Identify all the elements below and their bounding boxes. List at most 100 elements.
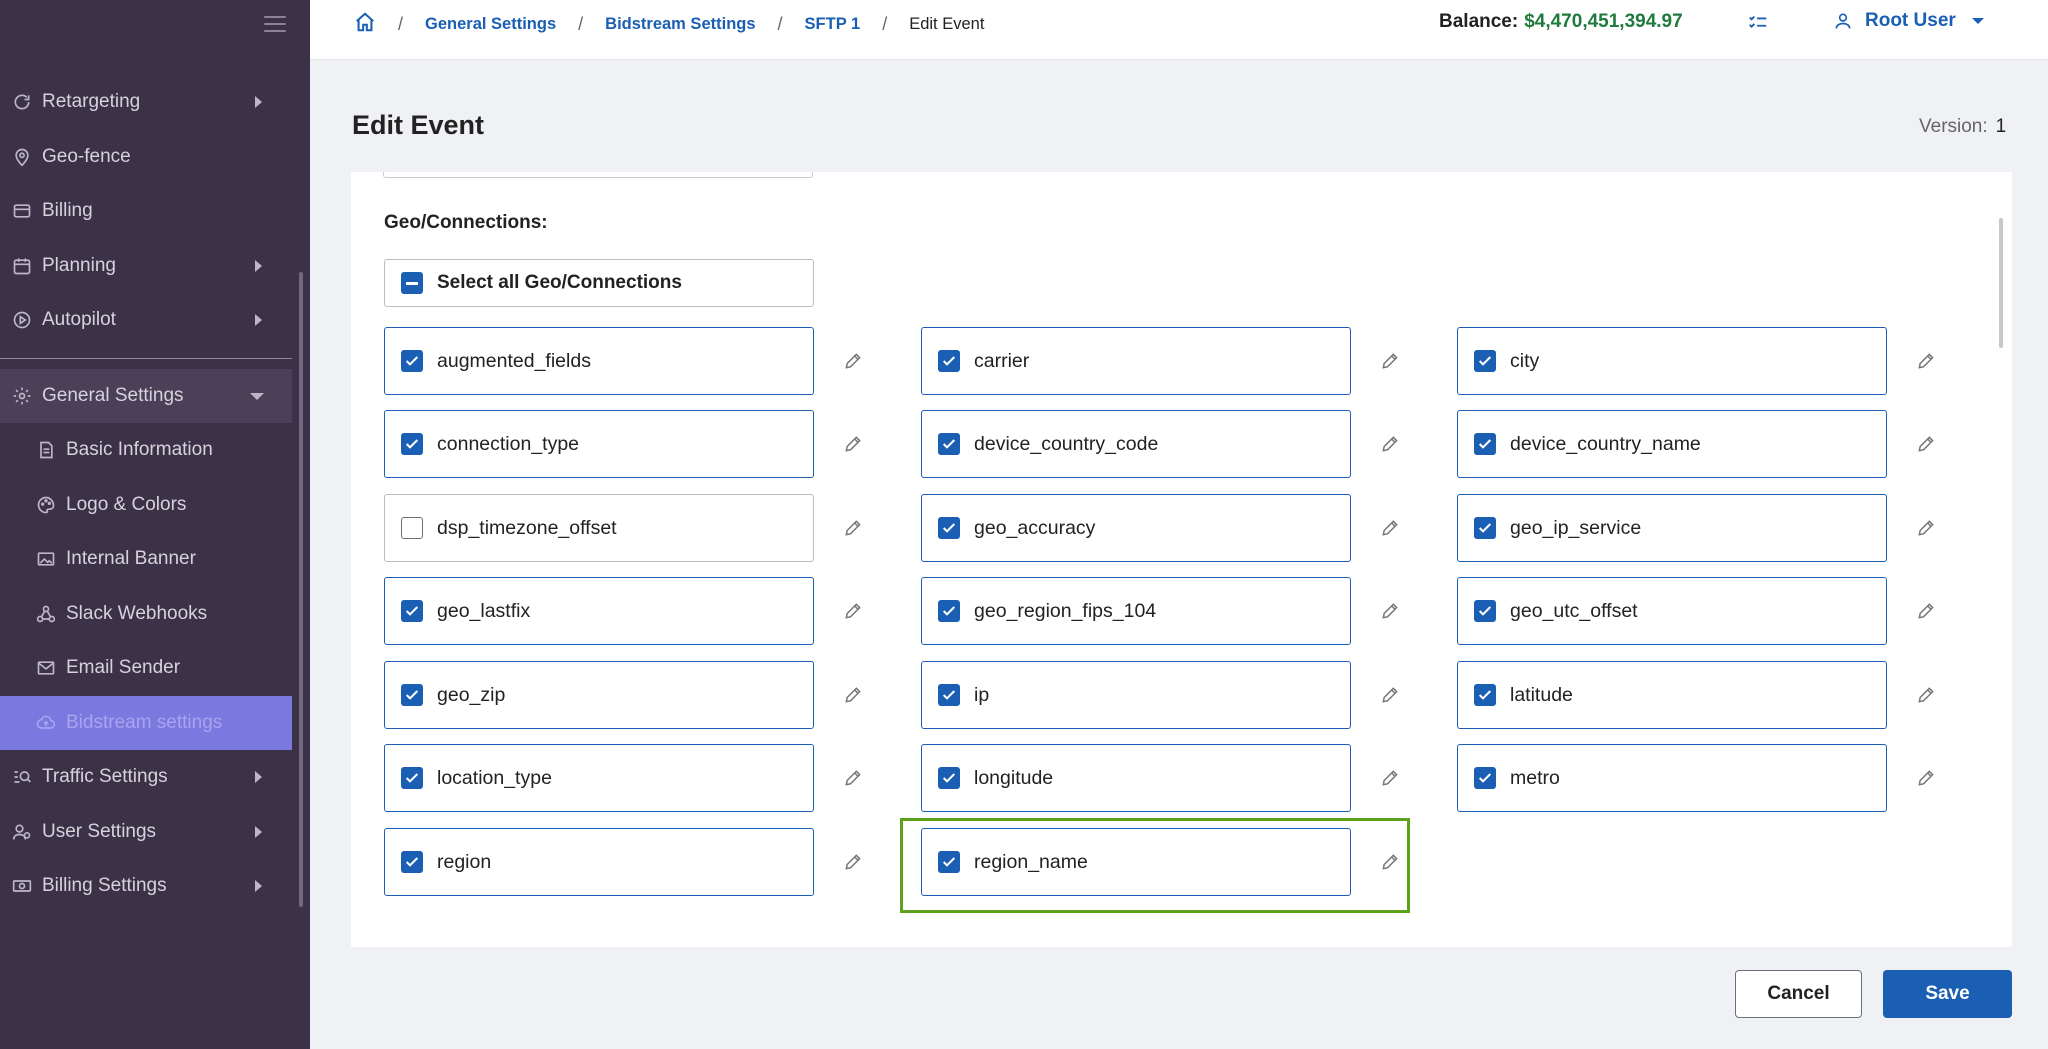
indeterminate-checkbox-icon (401, 272, 423, 294)
pencil-icon[interactable] (1380, 685, 1400, 705)
field-checkbox-geo-accuracy[interactable]: geo_accuracy (921, 494, 1351, 562)
breadcrumb: / General Settings / Bidstream Settings … (354, 11, 984, 38)
select-all-label: Select all Geo/Connections (437, 272, 682, 293)
sidebar-item-retargeting[interactable]: Retargeting (0, 75, 292, 130)
user-menu[interactable]: Root User (1833, 10, 1984, 32)
sidebar-item-label: Internal Banner (66, 548, 196, 570)
refresh-icon (12, 92, 32, 112)
sidebar-item-billing-settings[interactable]: Billing Settings (0, 859, 292, 914)
field-checkbox-geo-utc-offset[interactable]: geo_utc_offset (1457, 577, 1887, 645)
field-label: connection_type (437, 432, 580, 455)
field-checkbox-geo-lastfix[interactable]: geo_lastfix (384, 577, 814, 645)
breadcrumb-general-settings[interactable]: General Settings (425, 15, 556, 34)
save-button[interactable]: Save (1883, 970, 2012, 1018)
sidebar-item-label: Planning (42, 254, 116, 276)
sidebar-item-planning[interactable]: Planning (0, 239, 292, 294)
checked-checkbox-icon (401, 350, 423, 372)
document-icon (36, 440, 56, 460)
home-icon[interactable] (354, 11, 376, 38)
sidebar-item-logo-colors[interactable]: Logo & Colors (0, 478, 292, 533)
pencil-icon[interactable] (1380, 434, 1400, 454)
sidebar-scrollbar[interactable] (299, 272, 303, 907)
pencil-icon[interactable] (1380, 518, 1400, 538)
cancel-button[interactable]: Cancel (1735, 970, 1862, 1018)
sidebar-item-label: Autopilot (42, 309, 116, 331)
field-label: geo_utc_offset (1510, 599, 1638, 622)
task-list-icon[interactable] (1747, 12, 1769, 34)
hamburger-menu-icon[interactable] (264, 16, 286, 34)
field-checkbox-device-country-code[interactable]: device_country_code (921, 410, 1351, 478)
sidebar-item-label: Geo-fence (42, 145, 131, 167)
pencil-icon[interactable] (1916, 434, 1936, 454)
field-label: augmented_fields (437, 349, 591, 372)
sidebar-item-geo-fence[interactable]: Geo-fence (0, 130, 292, 185)
sidebar-item-label: User Settings (42, 820, 157, 842)
pencil-icon[interactable] (1380, 768, 1400, 788)
field-checkbox-location-type[interactable]: location_type (384, 744, 814, 812)
checked-checkbox-icon (401, 600, 423, 622)
pencil-icon[interactable] (1916, 518, 1936, 538)
credit-card-icon (12, 201, 32, 221)
user-icon (1835, 13, 1851, 29)
sidebar-item-billing[interactable]: Billing (0, 184, 292, 239)
field-label: device_country_name (1510, 432, 1701, 455)
field-checkbox-device-country-name[interactable]: device_country_name (1457, 410, 1887, 478)
pencil-icon[interactable] (843, 601, 863, 621)
sidebar-item-general-settings[interactable]: General Settings (0, 368, 292, 423)
checked-checkbox-icon (1474, 350, 1496, 372)
field-checkbox-dsp-timezone-offset[interactable]: dsp_timezone_offset (384, 494, 814, 562)
field-checkbox-metro[interactable]: metro (1457, 744, 1887, 812)
sidebar-item-internal-banner[interactable]: Internal Banner (0, 532, 292, 587)
sidebar-item-email-sender[interactable]: Email Sender (0, 641, 292, 696)
breadcrumb-sftp[interactable]: SFTP 1 (805, 15, 861, 34)
pencil-icon[interactable] (843, 685, 863, 705)
sidebar-item-basic-information[interactable]: Basic Information (0, 423, 292, 478)
breadcrumb-bidstream-settings[interactable]: Bidstream Settings (605, 15, 755, 34)
checked-checkbox-icon (1474, 767, 1496, 789)
chevron-down-icon (250, 392, 264, 400)
pencil-icon[interactable] (843, 852, 863, 872)
pencil-icon[interactable] (1916, 601, 1936, 621)
select-all-checkbox[interactable]: Select all Geo/Connections (384, 259, 814, 307)
pencil-icon[interactable] (843, 518, 863, 538)
sidebar-item-bidstream-settings[interactable]: Bidstream settings (0, 695, 292, 750)
pencil-icon[interactable] (1916, 685, 1936, 705)
sidebar-item-label: Traffic Settings (42, 766, 168, 788)
sidebar-item-slack-webhooks[interactable]: Slack Webhooks (0, 587, 292, 642)
field-checkbox-geo-region-fips-104[interactable]: geo_region_fips_104 (921, 577, 1351, 645)
field-checkbox-connection-type[interactable]: connection_type (384, 410, 814, 478)
pencil-icon[interactable] (1380, 852, 1400, 872)
field-checkbox-latitude[interactable]: latitude (1457, 661, 1887, 729)
sidebar-item-user-settings[interactable]: User Settings (0, 805, 292, 860)
field-checkbox-region[interactable]: region (384, 828, 814, 896)
field-checkbox-geo-zip[interactable]: geo_zip (384, 661, 814, 729)
play-circle-icon (12, 310, 32, 330)
pencil-icon[interactable] (843, 768, 863, 788)
field-checkbox-ip[interactable]: ip (921, 661, 1351, 729)
geo-connections-card: Geo/Connections: Select all Geo/Connecti… (351, 172, 2012, 947)
pencil-icon[interactable] (1380, 601, 1400, 621)
field-checkbox-city[interactable]: city (1457, 327, 1887, 395)
pencil-icon[interactable] (843, 351, 863, 371)
field-label: geo_region_fips_104 (974, 599, 1157, 622)
field-checkbox-carrier[interactable]: carrier (921, 327, 1351, 395)
sidebar: Retargeting Geo-fence Billing Planning A… (0, 0, 310, 1049)
field-checkbox-longitude[interactable]: longitude (921, 744, 1351, 812)
pencil-icon[interactable] (1916, 351, 1936, 371)
field-label: dsp_timezone_offset (437, 516, 617, 539)
webhook-icon (36, 604, 56, 624)
sidebar-item-label: Billing (42, 200, 93, 222)
pencil-icon[interactable] (1380, 351, 1400, 371)
field-label: region_name (974, 850, 1088, 873)
card-scrollbar[interactable] (1999, 218, 2003, 348)
checked-checkbox-icon (938, 350, 960, 372)
field-checkbox-geo-ip-service[interactable]: geo_ip_service (1457, 494, 1887, 562)
pencil-icon[interactable] (843, 434, 863, 454)
sidebar-item-autopilot[interactable]: Autopilot (0, 293, 292, 348)
users-icon (12, 822, 32, 842)
pencil-icon[interactable] (1916, 768, 1936, 788)
sidebar-item-traffic-settings[interactable]: Traffic Settings (0, 750, 292, 805)
field-checkbox-augmented-fields[interactable]: augmented_fields (384, 327, 814, 395)
field-checkbox-region-name[interactable]: region_name (921, 828, 1351, 896)
field-label: device_country_code (974, 432, 1159, 455)
